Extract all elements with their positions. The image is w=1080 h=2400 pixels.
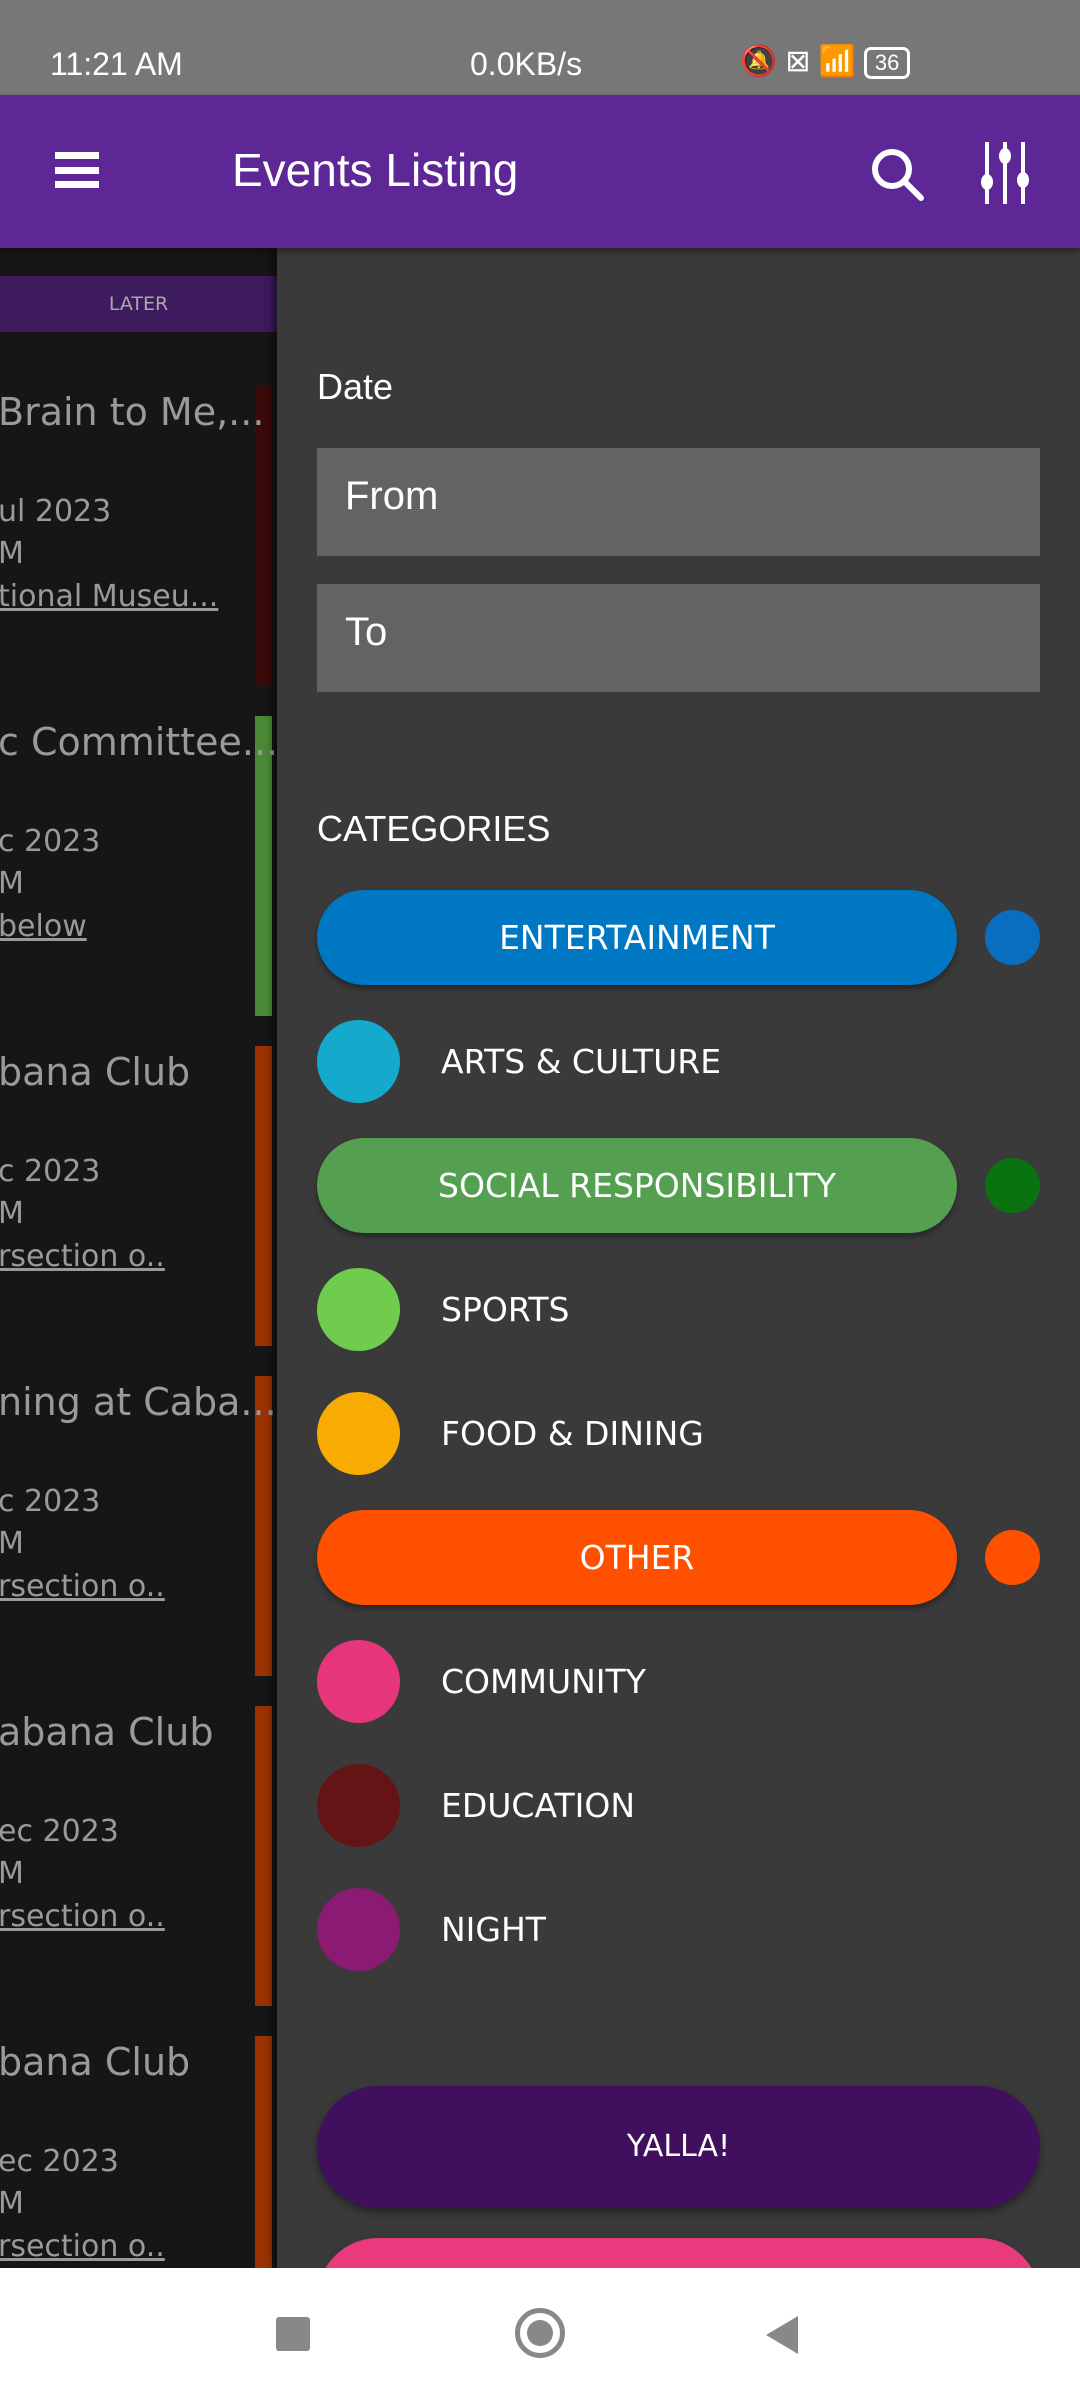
- selected-dot-icon: [985, 1158, 1040, 1213]
- category-food-dining[interactable]: FOOD & DINING: [317, 1386, 1040, 1481]
- event-time: M: [0, 1196, 24, 1231]
- category-dot-icon: [317, 1392, 400, 1475]
- category-name: ARTS & CULTURE: [441, 1042, 722, 1081]
- event-card[interactable]: Brain to Me,... ul 2023 M tional Museu..…: [0, 386, 277, 716]
- event-title: abana Club: [0, 1710, 214, 1754]
- categories-label: CATEGORIES: [317, 808, 551, 849]
- event-location-link[interactable]: rsection o..: [0, 1569, 165, 1604]
- category-dot-icon: [317, 1888, 400, 1971]
- system-nav-bar: [0, 2268, 1080, 2400]
- category-pill[interactable]: ENTERTAINMENT: [317, 890, 957, 985]
- event-location-link[interactable]: below: [0, 909, 87, 944]
- yalla-button[interactable]: YALLA!: [317, 2086, 1040, 2208]
- event-title: c Committee...: [0, 720, 277, 764]
- recents-icon[interactable]: [276, 2317, 310, 2351]
- event-date: ul 2023: [0, 494, 112, 529]
- category-dot-icon: [317, 1764, 400, 1847]
- category-name: EDUCATION: [441, 1786, 636, 1825]
- category-pill[interactable]: OTHER: [317, 1510, 957, 1605]
- category-entertainment[interactable]: ENTERTAINMENT: [317, 890, 1040, 985]
- event-time: M: [0, 1856, 24, 1891]
- date-to-field[interactable]: To: [317, 584, 1040, 692]
- category-name: COMMUNITY: [441, 1662, 646, 1701]
- event-title: bana Club: [0, 2040, 191, 2084]
- event-date: c 2023: [0, 1154, 101, 1189]
- mute-icon: 🔕: [740, 45, 786, 78]
- event-location-link[interactable]: rsection o..: [0, 1239, 165, 1274]
- event-location-link[interactable]: rsection o..: [0, 1899, 165, 1934]
- category-name: FOOD & DINING: [441, 1414, 704, 1453]
- event-time: M: [0, 2186, 24, 2221]
- event-card[interactable]: abana Club ec 2023 M rsection o..: [0, 1706, 277, 2036]
- event-date: ec 2023: [0, 2144, 119, 2179]
- tab-later[interactable]: LATER: [0, 276, 277, 332]
- page-title: Events Listing: [232, 144, 519, 196]
- category-color-bar: [255, 2036, 272, 2268]
- wifi-icon: 📶: [818, 45, 864, 78]
- selected-dot-icon: [985, 1530, 1040, 1585]
- event-location-link[interactable]: tional Museu...: [0, 579, 218, 614]
- search-icon[interactable]: [868, 145, 928, 205]
- event-time: M: [0, 1526, 24, 1561]
- category-community[interactable]: COMMUNITY: [317, 1634, 1040, 1729]
- event-title: ning at Caba...: [0, 1380, 277, 1424]
- event-location-link[interactable]: rsection o..: [0, 2229, 165, 2264]
- event-card[interactable]: c Committee... c 2023 M below: [0, 716, 277, 1046]
- category-dot-icon: [317, 1640, 400, 1723]
- event-time: M: [0, 536, 24, 571]
- category-dot-icon: [317, 1268, 400, 1351]
- date-from-field[interactable]: From: [317, 448, 1040, 556]
- filter-drawer: Date From To CATEGORIES ENTERTAINMENT ART…: [277, 248, 1080, 2268]
- category-arts-culture[interactable]: ARTS & CULTURE: [317, 1014, 1040, 1109]
- event-title: Brain to Me,...: [0, 390, 265, 434]
- network-speed: 0.0KB/s: [470, 46, 583, 82]
- category-night[interactable]: NIGHT: [317, 1882, 1040, 1977]
- event-date: c 2023: [0, 1484, 101, 1519]
- event-date: ec 2023: [0, 1814, 119, 1849]
- category-social-responsibility[interactable]: SOCIAL RESPONSIBILITY: [317, 1138, 1040, 1233]
- category-color-bar: [255, 1706, 272, 2006]
- category-name: NIGHT: [441, 1910, 546, 1949]
- battery-icon: 36: [863, 47, 911, 80]
- date-label: Date: [317, 366, 394, 407]
- status-icons: 🔕⊠📶 36: [740, 44, 911, 80]
- event-card[interactable]: ning at Caba... c 2023 M rsection o..: [0, 1376, 277, 1706]
- home-icon[interactable]: [515, 2308, 565, 2358]
- filter-sliders-icon[interactable]: [980, 140, 1030, 206]
- menu-icon[interactable]: [55, 152, 99, 188]
- sim-icon: ⊠: [785, 45, 819, 78]
- back-icon[interactable]: [766, 2316, 798, 2354]
- category-color-bar: [255, 1046, 272, 1346]
- category-dot-icon: [317, 1020, 400, 1103]
- event-time: M: [0, 866, 24, 901]
- category-sports[interactable]: SPORTS: [317, 1262, 1040, 1357]
- app-bar: Events Listing: [0, 95, 1080, 248]
- selected-dot-icon: [985, 910, 1040, 965]
- secondary-button[interactable]: [317, 2238, 1040, 2268]
- event-date: c 2023: [0, 824, 101, 859]
- category-name: SPORTS: [441, 1290, 570, 1329]
- event-card[interactable]: bana Club ec 2023 M rsection o..: [0, 2036, 277, 2268]
- status-time: 11:21 AM: [50, 46, 183, 82]
- category-pill[interactable]: SOCIAL RESPONSIBILITY: [317, 1138, 957, 1233]
- event-card[interactable]: bana Club c 2023 M rsection o..: [0, 1046, 277, 1376]
- event-title: bana Club: [0, 1050, 191, 1094]
- category-other[interactable]: OTHER: [317, 1510, 1040, 1605]
- events-list: LATER Brain to Me,... ul 2023 M tional M…: [0, 248, 277, 2268]
- category-education[interactable]: EDUCATION: [317, 1758, 1040, 1853]
- status-bar: 11:21 AM 0.0KB/s 🔕⊠📶 36: [0, 0, 1080, 95]
